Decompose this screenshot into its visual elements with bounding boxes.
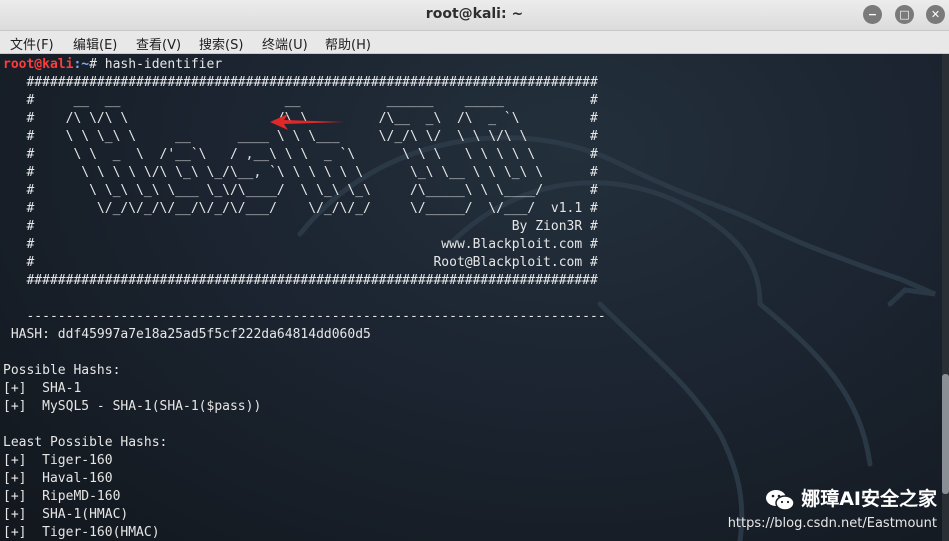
menu-bar: 文件(F) 编辑(E) 查看(V) 搜索(S) 终端(U) 帮助(H) xyxy=(0,31,949,54)
watermark-title: 娜璋AI安全之家 xyxy=(801,488,937,510)
maximize-button[interactable]: □ xyxy=(895,5,914,24)
menu-edit[interactable]: 编辑(E) xyxy=(73,34,117,53)
minimize-button[interactable]: − xyxy=(863,5,882,24)
watermark: 娜璋AI安全之家 https://blog.csdn.net/Eastmount xyxy=(728,484,937,531)
watermark-url: https://blog.csdn.net/Eastmount xyxy=(727,515,937,531)
command-text: hash-identifier xyxy=(104,57,223,72)
title-bar: root@kali: ~ − □ ✕ xyxy=(0,0,949,31)
prompt-user: root@kali xyxy=(3,57,74,72)
menu-terminal[interactable]: 终端(U) xyxy=(262,34,308,53)
red-arrow-annotation-icon xyxy=(270,114,344,130)
menu-search[interactable]: 搜索(S) xyxy=(199,34,243,53)
prompt-path: :~ xyxy=(73,57,90,72)
menu-file[interactable]: 文件(F) xyxy=(10,34,54,53)
close-button[interactable]: ✕ xyxy=(926,5,945,24)
prompt-symbol: # xyxy=(89,57,105,72)
menu-view[interactable]: 查看(V) xyxy=(136,34,181,53)
tool-output: ########################################… xyxy=(3,75,606,540)
window-title: root@kali: ~ xyxy=(425,6,524,22)
terminal-area[interactable]: root@kali:~# hash-identifier ###########… xyxy=(0,54,949,541)
scrollbar[interactable] xyxy=(942,54,949,541)
wechat-icon xyxy=(766,489,795,511)
menu-help[interactable]: 帮助(H) xyxy=(325,34,371,53)
scrollbar-thumb[interactable] xyxy=(942,374,949,494)
